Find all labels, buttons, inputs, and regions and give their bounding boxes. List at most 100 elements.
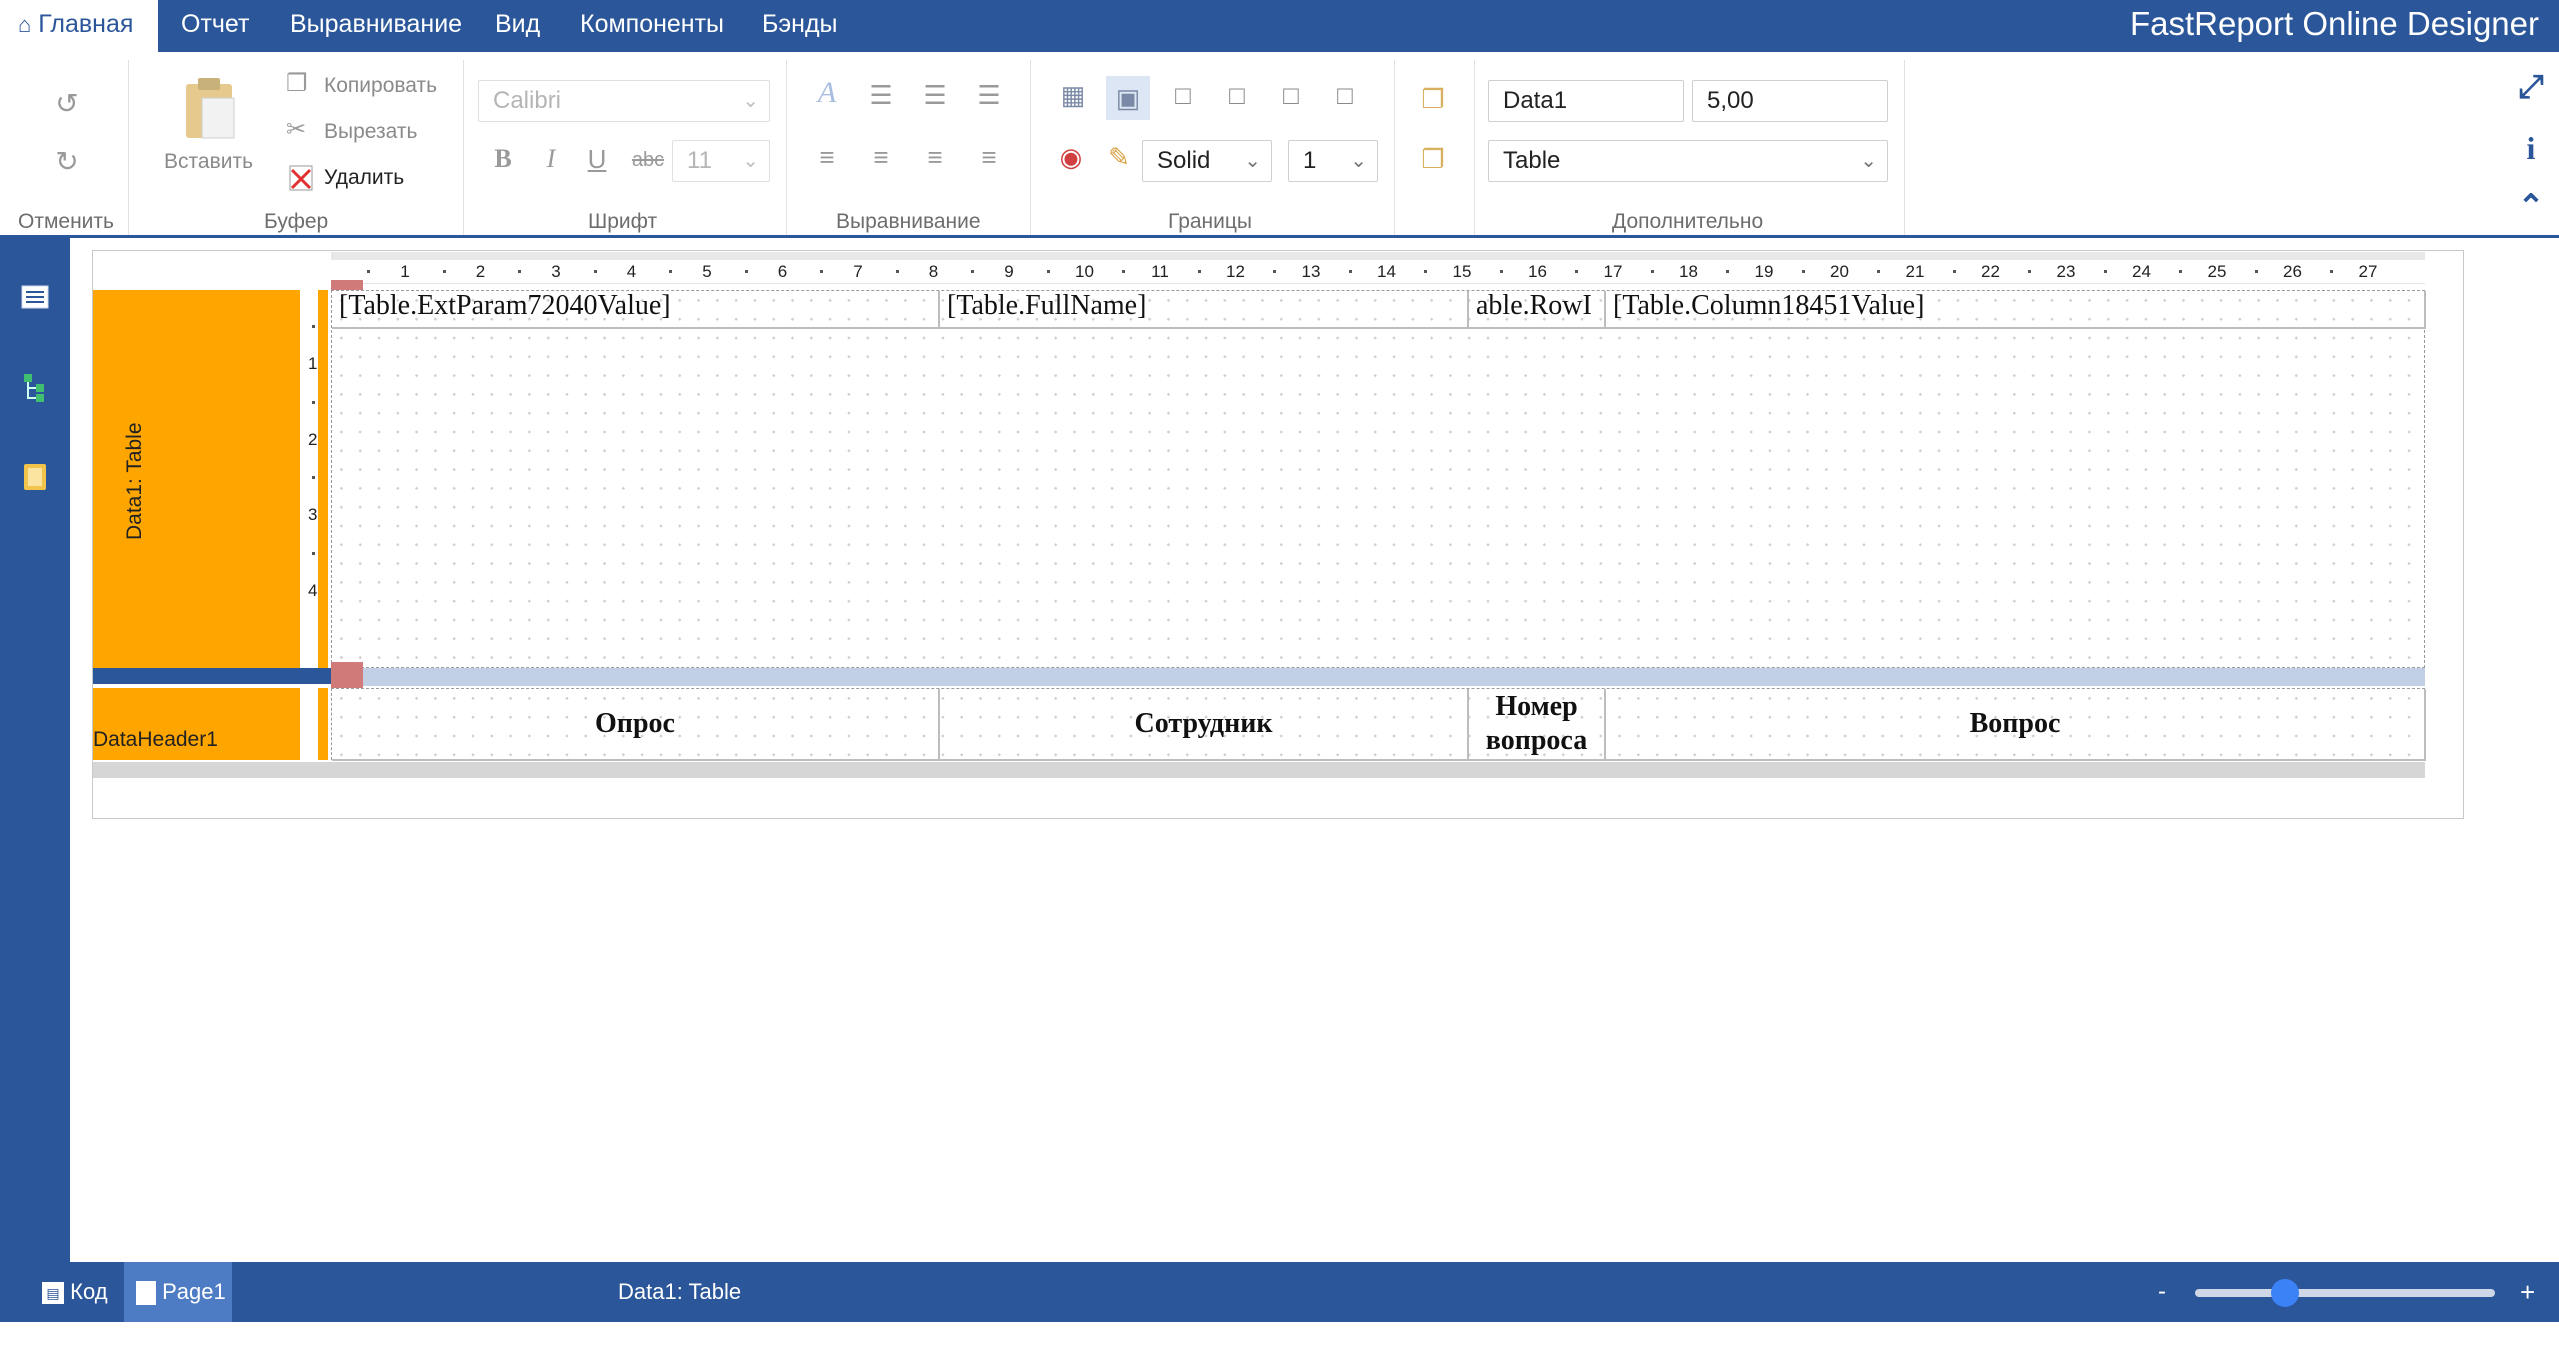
border-style-select[interactable]: Solid ⌄ — [1142, 140, 1272, 182]
border-width-select[interactable]: 1 ⌄ — [1288, 140, 1378, 182]
ruler-tick — [1499, 270, 1503, 273]
tab-report[interactable]: Отчет — [181, 0, 249, 52]
ruler-number: 22 — [1981, 262, 2000, 281]
ruler-tick — [1877, 270, 1880, 273]
ruler-number: 2 — [475, 262, 486, 281]
band-splitter-track[interactable] — [331, 668, 2425, 686]
ruler-tick — [1046, 270, 1050, 273]
tab-page1[interactable]: Page1 — [124, 1262, 232, 1322]
data-band-caption[interactable]: Data1: Table — [93, 290, 300, 668]
border-outer-icon[interactable]: ▣ — [1106, 76, 1150, 120]
border-bottom-icon[interactable]: □ — [1330, 82, 1360, 108]
align-left-icon[interactable]: ≡ — [812, 144, 842, 170]
ruler-tick — [1575, 270, 1578, 273]
border-all-icon[interactable]: ▦ — [1058, 82, 1088, 108]
italic-button[interactable]: I — [538, 146, 564, 172]
datasource-value: Table — [1503, 147, 1561, 174]
ruler-number: 6 — [777, 262, 788, 281]
paste-icon — [186, 78, 235, 139]
report-tree-icon[interactable] — [18, 370, 52, 404]
tab-home[interactable]: ⌂ Главная — [0, 0, 158, 52]
header-band[interactable]: Опрос Сотрудник Номер вопроса Вопрос — [331, 688, 2426, 761]
tab-alignment[interactable]: Выравнивание — [290, 0, 462, 52]
collapse-ribbon-icon[interactable]: ⌃ — [2513, 188, 2549, 224]
delete-button[interactable]: Удалить — [286, 160, 446, 196]
zoom-out-button[interactable]: - — [2158, 1262, 2166, 1322]
ruler-number: 19 — [1754, 262, 1774, 281]
border-color-icon[interactable]: ✎ — [1104, 144, 1134, 170]
ruler-number: 8 — [928, 262, 939, 281]
bring-to-front-icon[interactable]: ❐ — [1416, 86, 1450, 112]
ruler-tick — [518, 270, 521, 273]
align-bottom-icon[interactable]: ☰ — [974, 82, 1004, 108]
header-cell[interactable]: Номер вопроса — [1469, 689, 1606, 761]
ruler-tick — [820, 270, 823, 273]
table-cell[interactable]: able.RowI — [1469, 291, 1606, 329]
border-top-icon[interactable]: □ — [1222, 82, 1252, 108]
border-width-value: 1 — [1303, 147, 1317, 174]
send-to-back-icon[interactable]: ❐ — [1416, 146, 1450, 172]
copy-button[interactable]: ❐ Копировать — [286, 68, 446, 104]
band-resize-handle[interactable] — [331, 662, 363, 688]
cut-button[interactable]: ✂ Вырезать — [286, 114, 446, 150]
ruler-tick — [1650, 270, 1654, 273]
group-divider — [463, 60, 464, 235]
ruler-tick — [1273, 270, 1276, 273]
properties-icon[interactable] — [18, 280, 52, 314]
zoom-in-button[interactable]: + — [2520, 1262, 2535, 1322]
info-icon[interactable]: i — [2513, 130, 2549, 166]
align-middle-icon[interactable]: ☰ — [920, 82, 950, 108]
table-cell[interactable]: [Table.Column18451Value] — [1606, 291, 2426, 329]
object-name-field[interactable]: Data1 — [1488, 80, 1684, 122]
datasource-select[interactable]: Table ⌄ — [1488, 140, 1888, 182]
ruler-number: 27 — [2358, 262, 2378, 281]
data-dictionary-icon[interactable] — [18, 460, 52, 494]
underline-button[interactable]: U — [584, 146, 610, 172]
zoom-slider-thumb[interactable] — [2271, 1279, 2299, 1307]
band-splitter[interactable] — [93, 668, 331, 684]
tab-view[interactable]: Вид — [495, 0, 540, 52]
tab-components[interactable]: Компоненты — [580, 0, 724, 52]
tab-code[interactable]: ▤ Код — [36, 1262, 114, 1322]
font-family-select[interactable]: Calibri ⌄ — [478, 80, 770, 122]
bold-button[interactable]: B — [490, 146, 516, 172]
tab-bands[interactable]: Бэнды — [762, 0, 838, 52]
delete-icon — [289, 165, 313, 191]
fill-color-icon[interactable]: ◉ — [1056, 144, 1086, 170]
font-group-label: Шрифт — [588, 210, 658, 233]
ruler-tick — [971, 270, 974, 273]
text-effects-icon[interactable]: A — [812, 78, 842, 108]
border-left-icon[interactable]: □ — [1168, 82, 1198, 108]
tab-code-label: Код — [70, 1279, 108, 1304]
zoom-slider[interactable] — [2195, 1289, 2495, 1297]
ruler-tick — [895, 270, 899, 273]
undo-icon[interactable]: ↺ — [52, 90, 82, 118]
align-center-icon[interactable]: ≡ — [866, 144, 896, 170]
align-justify-icon[interactable]: ≡ — [974, 144, 1004, 170]
object-height-field[interactable]: 5,00 — [1692, 80, 1888, 122]
align-top-icon[interactable]: ☰ — [866, 82, 896, 108]
code-icon: ▤ — [42, 1282, 64, 1305]
header-cell[interactable]: Вопрос — [1606, 689, 2426, 761]
align-right-icon[interactable]: ≡ — [920, 144, 950, 170]
menu-bar: ⌂ Главная Отчет Выравнивание Вид Компоне… — [0, 0, 2559, 52]
redo-icon[interactable]: ↻ — [52, 148, 82, 176]
ruler-strip — [331, 252, 2425, 260]
ruler-number: 1 — [308, 354, 318, 373]
ruler-tick — [1197, 270, 1201, 273]
border-right-icon[interactable]: □ — [1276, 82, 1306, 108]
strikethrough-button[interactable]: abc — [628, 150, 668, 170]
ruler-tick — [442, 270, 446, 273]
header-cell[interactable]: Сотрудник — [940, 689, 1469, 761]
copy-label: Копировать — [324, 74, 438, 97]
data-band[interactable]: [Table.ExtParam72040Value] [Table.FullNa… — [331, 290, 2426, 668]
table-cell[interactable]: [Table.ExtParam72040Value] — [332, 291, 940, 329]
ruler-number: 16 — [1528, 262, 1547, 281]
header-band-caption[interactable]: DataHeader1 — [93, 688, 300, 760]
band-resize-handle[interactable] — [331, 280, 363, 290]
header-cell[interactable]: Опрос — [332, 689, 940, 761]
fullscreen-icon[interactable]: ⤢ — [2513, 68, 2549, 104]
paste-button[interactable]: Вставить — [160, 76, 260, 196]
table-cell[interactable]: [Table.FullName] — [940, 291, 1469, 329]
font-size-select[interactable]: 11 ⌄ — [672, 140, 770, 182]
